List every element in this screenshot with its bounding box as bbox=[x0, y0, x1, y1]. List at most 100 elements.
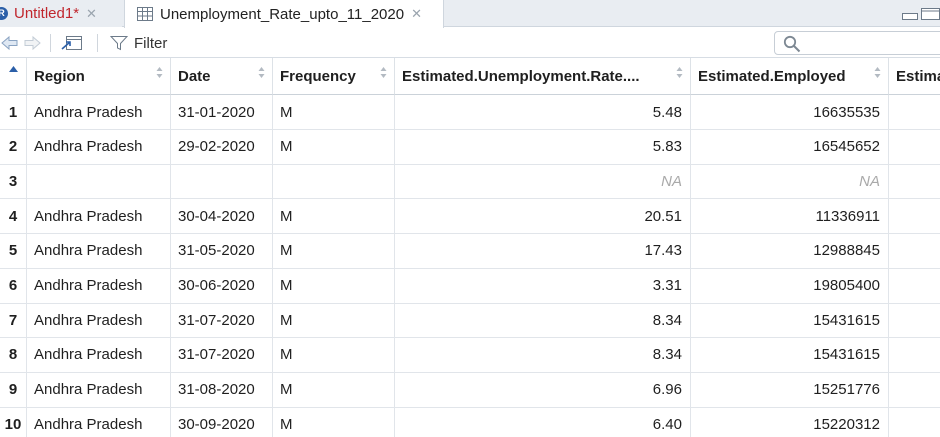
table-row[interactable]: 2 Andhra Pradesh 29-02-2020 M 5.83 16545652 bbox=[0, 129, 940, 165]
cell-frequency: M bbox=[273, 303, 395, 339]
row-number: 7 bbox=[0, 303, 27, 339]
cell-estima bbox=[889, 373, 940, 408]
cell-frequency: M bbox=[273, 95, 395, 130]
row-number: 1 bbox=[0, 95, 27, 130]
cell-region: Andhra Pradesh bbox=[27, 372, 171, 408]
cell-date: 31-08-2020 bbox=[171, 372, 273, 408]
cell-region: Andhra Pradesh bbox=[27, 303, 171, 339]
column-header-estima[interactable]: Estima bbox=[889, 58, 940, 95]
filter-label: Filter bbox=[134, 34, 168, 52]
table-row[interactable]: 7 Andhra Pradesh 31-07-2020 M 8.34 15431615 bbox=[0, 303, 940, 339]
cell-estima bbox=[889, 199, 940, 235]
close-icon[interactable]: ✕ bbox=[86, 6, 97, 22]
tab-untitled1[interactable]: R Untitled1* ✕ bbox=[0, 0, 122, 27]
filter-icon bbox=[110, 36, 128, 51]
table-row[interactable]: 5 Andhra Pradesh 31-05-2020 M 17.43 12988845 bbox=[0, 233, 940, 269]
tab-label: Unemployment_Rate_upto_11_2020 bbox=[160, 5, 405, 23]
cell-estimated-employed: 15431615 bbox=[691, 337, 889, 373]
table-row[interactable]: 6 Andhra Pradesh 30-06-2020 M 3.31 19805400 bbox=[0, 268, 940, 304]
toolbar-divider bbox=[50, 34, 51, 52]
cell-unemployment-rate: 20.51 bbox=[395, 199, 691, 235]
sort-arrows-icon bbox=[258, 67, 265, 78]
back-arrow-icon bbox=[1, 35, 18, 51]
column-header-frequency[interactable]: Frequency bbox=[273, 58, 395, 95]
tab-unemployment-rate[interactable]: Unemployment_Rate_upto_11_2020 ✕ bbox=[124, 0, 444, 28]
row-number-header[interactable] bbox=[0, 58, 27, 95]
cell-frequency: M bbox=[273, 337, 395, 373]
sort-arrows-icon bbox=[874, 67, 881, 78]
column-header-date[interactable]: Date bbox=[171, 58, 273, 95]
column-header-estimated-employed[interactable]: Estimated.Employed bbox=[691, 58, 889, 95]
table-row[interactable]: 8 Andhra Pradesh 31-07-2020 M 8.34 15431615 bbox=[0, 337, 940, 373]
cell-region: Andhra Pradesh bbox=[27, 95, 171, 130]
table-row[interactable]: 10 Andhra Pradesh 30-09-2020 M 6.40 15220312 bbox=[0, 407, 940, 437]
table-row[interactable]: 3 NA NA bbox=[0, 164, 940, 200]
cell-date: 31-05-2020 bbox=[171, 233, 273, 269]
table-row[interactable]: 1 Andhra Pradesh 31-01-2020 M 5.48 16635535 bbox=[0, 95, 940, 130]
row-number: 9 bbox=[0, 372, 27, 408]
cell-frequency bbox=[273, 164, 395, 200]
cell-region: Andhra Pradesh bbox=[27, 233, 171, 269]
column-header-unemployment-rate[interactable]: Estimated.Unemployment.Rate.... bbox=[395, 58, 691, 95]
cell-unemployment-rate: 3.31 bbox=[395, 268, 691, 304]
cell-unemployment-rate: 8.34 bbox=[395, 337, 691, 373]
sort-arrows-icon bbox=[676, 67, 683, 78]
cell-region: Andhra Pradesh bbox=[27, 407, 171, 437]
close-icon[interactable]: ✕ bbox=[411, 6, 422, 22]
cell-estimated-employed: 16545652 bbox=[691, 129, 889, 165]
cell-date: 31-01-2020 bbox=[171, 95, 273, 130]
cell-unemployment-rate: 5.48 bbox=[395, 95, 691, 130]
back-button[interactable] bbox=[0, 33, 20, 53]
cell-estimated-employed: 19805400 bbox=[691, 268, 889, 304]
row-number: 4 bbox=[0, 199, 27, 235]
search-icon bbox=[783, 35, 801, 53]
cell-estimated-employed: 16635535 bbox=[691, 95, 889, 130]
tab-label: Untitled1* bbox=[14, 5, 80, 22]
search-input[interactable] bbox=[774, 31, 940, 55]
cell-region: Andhra Pradesh bbox=[27, 337, 171, 373]
cell-unemployment-rate: 6.40 bbox=[395, 407, 691, 437]
minimize-pane-icon[interactable] bbox=[902, 8, 918, 20]
row-number: 10 bbox=[0, 407, 27, 437]
cell-estima bbox=[889, 130, 940, 165]
cell-region: Andhra Pradesh bbox=[27, 199, 171, 235]
column-header-label: Estima bbox=[896, 67, 940, 85]
cell-frequency: M bbox=[273, 129, 395, 165]
cell-date bbox=[171, 164, 273, 200]
data-grid-icon bbox=[137, 7, 153, 21]
forward-arrow-icon bbox=[24, 35, 41, 51]
r-script-icon: R bbox=[0, 7, 8, 20]
filter-button[interactable]: Filter bbox=[110, 33, 180, 53]
cell-estima bbox=[889, 269, 940, 304]
column-header-label: Date bbox=[178, 67, 211, 85]
show-in-new-window-button[interactable] bbox=[60, 33, 84, 53]
cell-estimated-employed: NA bbox=[691, 164, 889, 200]
cell-estimated-employed: 12988845 bbox=[691, 233, 889, 269]
sort-arrows-icon bbox=[380, 67, 387, 78]
forward-button[interactable] bbox=[24, 33, 42, 53]
cell-region: Andhra Pradesh bbox=[27, 268, 171, 304]
column-header-region[interactable]: Region bbox=[27, 58, 171, 95]
cell-frequency: M bbox=[273, 233, 395, 269]
cell-estima bbox=[889, 234, 940, 269]
table-row[interactable]: 9 Andhra Pradesh 31-08-2020 M 6.96 15251776 bbox=[0, 372, 940, 408]
toolbar-divider bbox=[97, 34, 98, 52]
cell-unemployment-rate: 8.34 bbox=[395, 303, 691, 339]
column-header-label: Estimated.Unemployment.Rate.... bbox=[402, 67, 640, 85]
cell-date: 30-06-2020 bbox=[171, 268, 273, 304]
cell-region bbox=[27, 164, 171, 200]
cell-estimated-employed: 11336911 bbox=[691, 199, 889, 235]
cell-unemployment-rate: 5.83 bbox=[395, 129, 691, 165]
cell-date: 30-09-2020 bbox=[171, 407, 273, 437]
cell-estimated-employed: 15251776 bbox=[691, 372, 889, 408]
cell-estimated-employed: 15431615 bbox=[691, 303, 889, 339]
cell-estimated-employed: 15220312 bbox=[691, 407, 889, 437]
cell-unemployment-rate: 6.96 bbox=[395, 372, 691, 408]
maximize-pane-icon[interactable] bbox=[921, 8, 940, 20]
popout-window-icon bbox=[61, 36, 82, 50]
row-number: 2 bbox=[0, 129, 27, 165]
cell-frequency: M bbox=[273, 268, 395, 304]
cell-date: 31-07-2020 bbox=[171, 337, 273, 373]
table-row[interactable]: 4 Andhra Pradesh 30-04-2020 M 20.51 11336911 bbox=[0, 199, 940, 235]
viewer-toolbar: Filter bbox=[0, 28, 940, 58]
